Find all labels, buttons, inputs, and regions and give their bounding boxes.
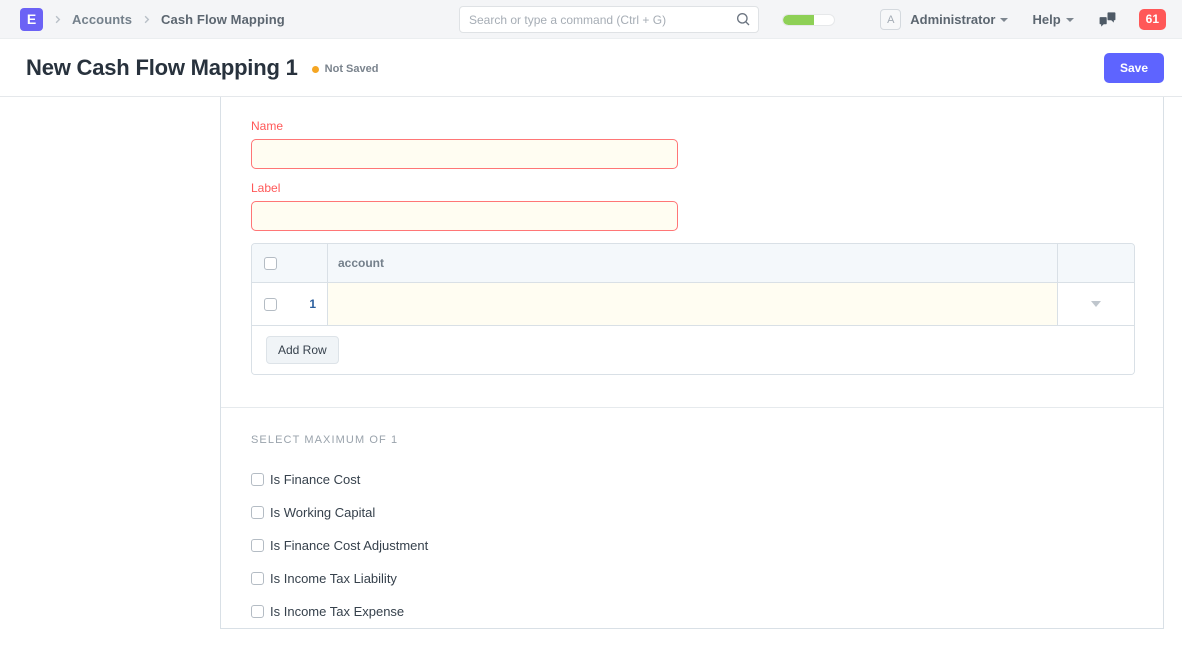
is-income-tax-liability-checkbox[interactable] (251, 572, 264, 585)
setup-progress-bar[interactable] (782, 14, 835, 26)
search-container (459, 6, 759, 33)
is-finance-cost-label: Is Finance Cost (270, 472, 360, 487)
add-row-button[interactable]: Add Row (266, 336, 339, 364)
is-finance-cost-adjustment-label: Is Finance Cost Adjustment (270, 538, 428, 553)
form-section-flags: SELECT MAXIMUM OF 1 Is Finance Cost Is W… (221, 407, 1163, 647)
help-menu-label: Help (1032, 12, 1060, 27)
breadcrumb-cash-flow-mapping[interactable]: Cash Flow Mapping (161, 12, 285, 27)
accounts-grid: account 1 Add Row (251, 243, 1135, 375)
status-dot-icon (312, 66, 319, 73)
grid-column-header-account: account (328, 244, 1058, 282)
is-finance-cost-checkbox[interactable] (251, 473, 264, 486)
grid-row-expand-cell (1058, 283, 1134, 325)
form-card: Name Label account (220, 97, 1164, 629)
breadcrumb-accounts[interactable]: Accounts (72, 12, 132, 27)
field-label-label: Label (251, 181, 1133, 195)
name-input[interactable] (251, 139, 678, 169)
grid-select-all-cell (252, 244, 288, 282)
is-working-capital-checkbox[interactable] (251, 506, 264, 519)
checkbox-row-is-income-tax-liability[interactable]: Is Income Tax Liability (251, 571, 1133, 586)
save-button[interactable]: Save (1104, 53, 1164, 83)
section-heading: SELECT MAXIMUM OF 1 (251, 434, 1133, 446)
is-income-tax-liability-label: Is Income Tax Liability (270, 571, 397, 586)
checkbox-row-is-finance-cost-adjustment[interactable]: Is Finance Cost Adjustment (251, 538, 1133, 553)
chevron-down-icon-row[interactable] (1091, 301, 1101, 307)
grid-index-header (288, 244, 328, 282)
field-label: Label (251, 181, 1133, 231)
grid-row-checkbox[interactable] (264, 298, 277, 311)
checkbox-row-is-finance-cost[interactable]: Is Finance Cost (251, 472, 1133, 487)
is-income-tax-expense-checkbox[interactable] (251, 605, 264, 618)
table-row[interactable]: 1 (252, 283, 1134, 326)
help-menu[interactable]: Help (1032, 12, 1073, 27)
grid-header-row: account (252, 244, 1134, 283)
checkbox-row-is-working-capital[interactable]: Is Working Capital (251, 505, 1133, 520)
app-logo[interactable]: E (20, 8, 43, 31)
grid-action-header (1058, 244, 1134, 282)
field-name: Name (251, 119, 1133, 169)
avatar[interactable]: A (880, 9, 901, 30)
user-menu-label: Administrator (910, 12, 995, 27)
chevron-down-icon (1000, 18, 1008, 22)
status-badge: Not Saved (312, 63, 379, 75)
checkbox-row-is-income-tax-expense[interactable]: Is Income Tax Expense (251, 604, 1133, 619)
chat-icon[interactable] (1098, 10, 1117, 29)
page-body: Name Label account (0, 97, 1182, 661)
is-finance-cost-adjustment-checkbox[interactable] (251, 539, 264, 552)
grid-select-all-checkbox[interactable] (264, 257, 277, 270)
setup-progress-fill (783, 15, 814, 25)
form-section-main: Name Label account (221, 97, 1163, 385)
grid-footer: Add Row (252, 326, 1134, 374)
is-income-tax-expense-label: Is Income Tax Expense (270, 604, 404, 619)
grid-row-select-cell (252, 283, 288, 325)
navbar-right: A Administrator Help 61 (782, 0, 1166, 39)
chevron-right-icon-2 (141, 14, 152, 25)
search-input[interactable] (459, 6, 759, 33)
chevron-right-icon (52, 14, 63, 25)
chevron-down-icon-2 (1066, 18, 1074, 22)
label-input[interactable] (251, 201, 678, 231)
grid-row-index: 1 (288, 283, 328, 325)
field-label-name: Name (251, 119, 1133, 133)
is-working-capital-label: Is Working Capital (270, 505, 375, 520)
status-label: Not Saved (325, 63, 379, 75)
grid-cell-account[interactable] (328, 283, 1058, 325)
notification-badge[interactable]: 61 (1139, 9, 1166, 29)
navbar: E Accounts Cash Flow Mapping A Administr… (0, 0, 1182, 39)
page-header: New Cash Flow Mapping 1 Not Saved Save (0, 39, 1182, 97)
page-title: New Cash Flow Mapping 1 (26, 55, 298, 81)
user-menu[interactable]: Administrator (910, 12, 1008, 27)
